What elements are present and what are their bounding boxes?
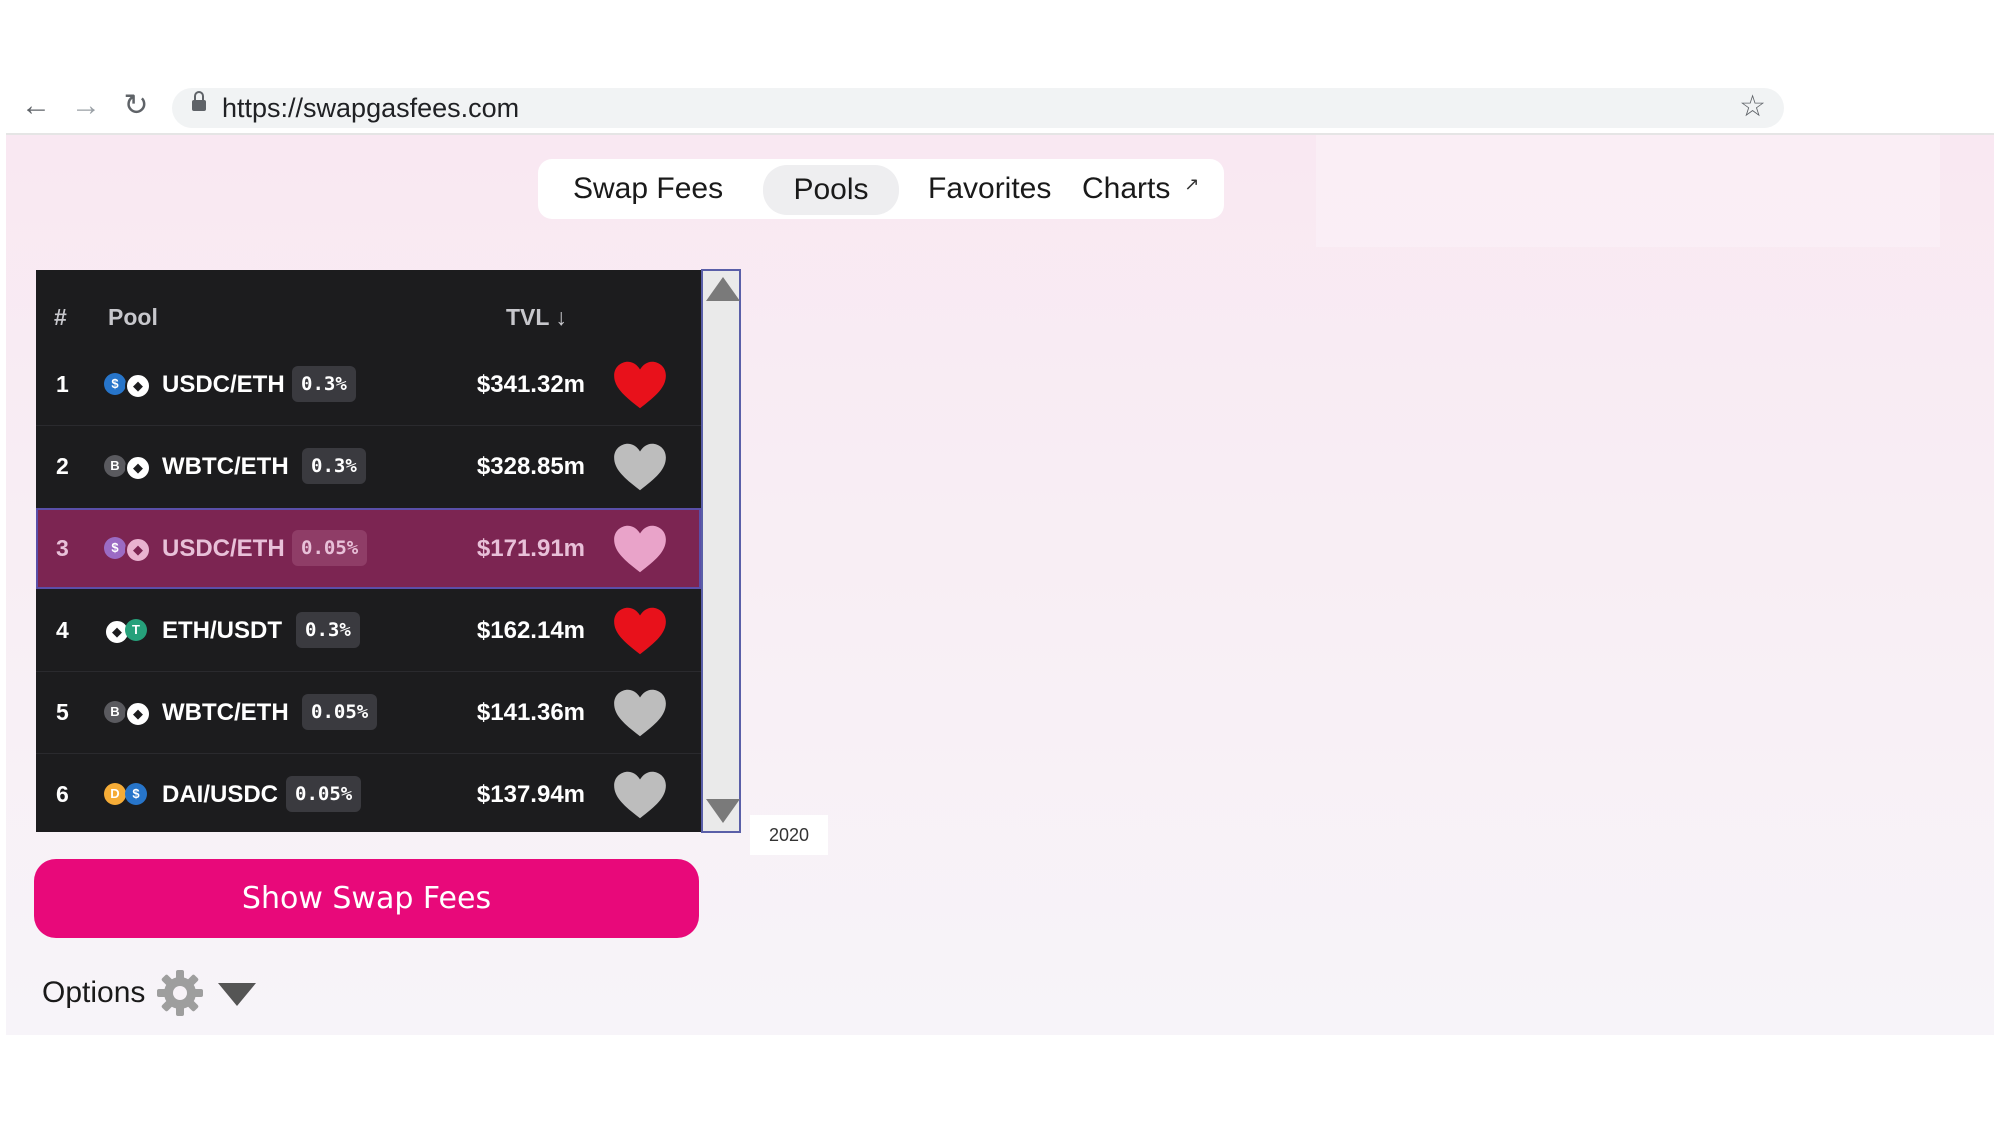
tab-pools[interactable]: Pools — [763, 165, 899, 215]
heart-icon[interactable] — [612, 770, 668, 820]
back-icon[interactable]: ← — [16, 86, 56, 126]
usdc-token-icon: $ — [104, 373, 126, 395]
fee-badge: 0.05% — [302, 694, 378, 730]
row-rank: 4 — [56, 617, 69, 643]
heart-icon[interactable] — [612, 442, 668, 492]
show-swap-fees-button[interactable]: Show Swap Fees — [34, 859, 699, 938]
scroll-up-arrow-icon[interactable] — [706, 277, 740, 301]
background-panel — [1316, 135, 1940, 247]
tab-swap-fees[interactable]: Swap Fees — [573, 159, 723, 219]
browser-toolbar: ← → ↻ https://swapgasfees.com ☆ — [0, 0, 2000, 135]
gear-icon[interactable] — [156, 969, 204, 1017]
header-tvl-sort[interactable]: TVL ↓ — [506, 304, 567, 331]
header-pool: Pool — [108, 304, 158, 330]
table-row[interactable]: 5 B ◆ WBTC/ETH 0.05% $141.36m — [36, 672, 701, 753]
heart-icon[interactable] — [612, 360, 668, 410]
row-tvl: $162.14m — [476, 617, 585, 644]
options-label[interactable]: Options — [42, 973, 145, 1013]
fee-badge: 0.3% — [296, 612, 360, 648]
header-rank: # — [54, 304, 67, 330]
eth-token-icon: ◆ — [125, 537, 151, 563]
table-row[interactable]: 4 ◆ T ETH/USDT 0.3% $162.14m — [36, 590, 701, 671]
external-link-icon: ↗ — [1184, 174, 1200, 194]
row-tvl: $341.32m — [476, 371, 585, 398]
row-tvl: $328.85m — [476, 453, 585, 480]
row-pair: WBTC/ETH — [162, 699, 289, 726]
year-tooltip: 2020 — [750, 815, 828, 855]
reload-icon[interactable]: ↻ — [116, 86, 156, 126]
page-viewport: Swap Fees Pools Favorites Charts ↗ # Pool… — [6, 135, 1994, 1035]
fee-badge: 0.3% — [292, 366, 356, 402]
pool-table: # Pool TVL ↓ 1 $ ◆ USDC/ETH 0.3% $341.32… — [36, 270, 701, 832]
caret-down-icon[interactable] — [218, 983, 256, 1006]
forward-icon[interactable]: → — [66, 86, 106, 126]
address-bar[interactable]: https://swapgasfees.com ☆ — [172, 88, 1784, 128]
row-pair: ETH/USDT — [162, 617, 282, 644]
fee-badge: 0.05% — [292, 530, 368, 566]
row-pair: WBTC/ETH — [162, 453, 289, 480]
dai-token-icon: D — [104, 783, 126, 805]
row-rank: 1 — [56, 371, 69, 397]
eth-token-icon: ◆ — [125, 455, 151, 481]
row-rank: 6 — [56, 781, 69, 807]
table-row-selected[interactable]: 3 $ ◆ USDC/ETH 0.05% $171.91m — [36, 508, 701, 589]
row-tvl: $141.36m — [476, 699, 585, 726]
url-text[interactable]: https://swapgasfees.com — [222, 91, 519, 125]
fee-badge: 0.3% — [302, 448, 366, 484]
star-icon[interactable]: ☆ — [1739, 90, 1766, 124]
table-scrollbar[interactable] — [701, 269, 741, 833]
row-rank: 3 — [56, 535, 69, 561]
row-tvl: $171.91m — [476, 535, 585, 562]
table-row[interactable]: 6 D $ DAI/USDC 0.05% $137.94m — [36, 754, 701, 835]
table-row[interactable]: 2 B ◆ WBTC/ETH 0.3% $328.85m — [36, 426, 701, 507]
lock-icon — [192, 91, 206, 111]
usdc-token-icon: $ — [125, 783, 147, 805]
heart-icon[interactable] — [612, 688, 668, 738]
tab-charts[interactable]: Charts ↗ — [1082, 159, 1199, 219]
nav-tabs: Swap Fees Pools Favorites Charts ↗ — [538, 159, 1224, 219]
row-pair: USDC/ETH — [162, 535, 285, 562]
row-pair: DAI/USDC — [162, 781, 279, 808]
usdt-token-icon: T — [125, 619, 147, 641]
heart-icon[interactable] — [612, 524, 668, 574]
row-pair: USDC/ETH — [162, 371, 285, 398]
scroll-down-arrow-icon[interactable] — [706, 799, 740, 823]
wbtc-token-icon: B — [104, 455, 126, 477]
tab-charts-label: Charts — [1082, 172, 1171, 205]
table-row[interactable]: 1 $ ◆ USDC/ETH 0.3% $341.32m — [36, 344, 701, 425]
wbtc-token-icon: B — [104, 701, 126, 723]
row-rank: 5 — [56, 699, 69, 725]
eth-token-icon: ◆ — [125, 701, 151, 727]
heart-icon[interactable] — [612, 606, 668, 656]
row-tvl: $137.94m — [476, 781, 585, 808]
tab-favorites[interactable]: Favorites — [928, 159, 1051, 219]
usdc-token-icon: $ — [104, 537, 126, 559]
row-rank: 2 — [56, 453, 69, 479]
eth-token-icon: ◆ — [125, 373, 151, 399]
fee-badge: 0.05% — [286, 776, 362, 812]
